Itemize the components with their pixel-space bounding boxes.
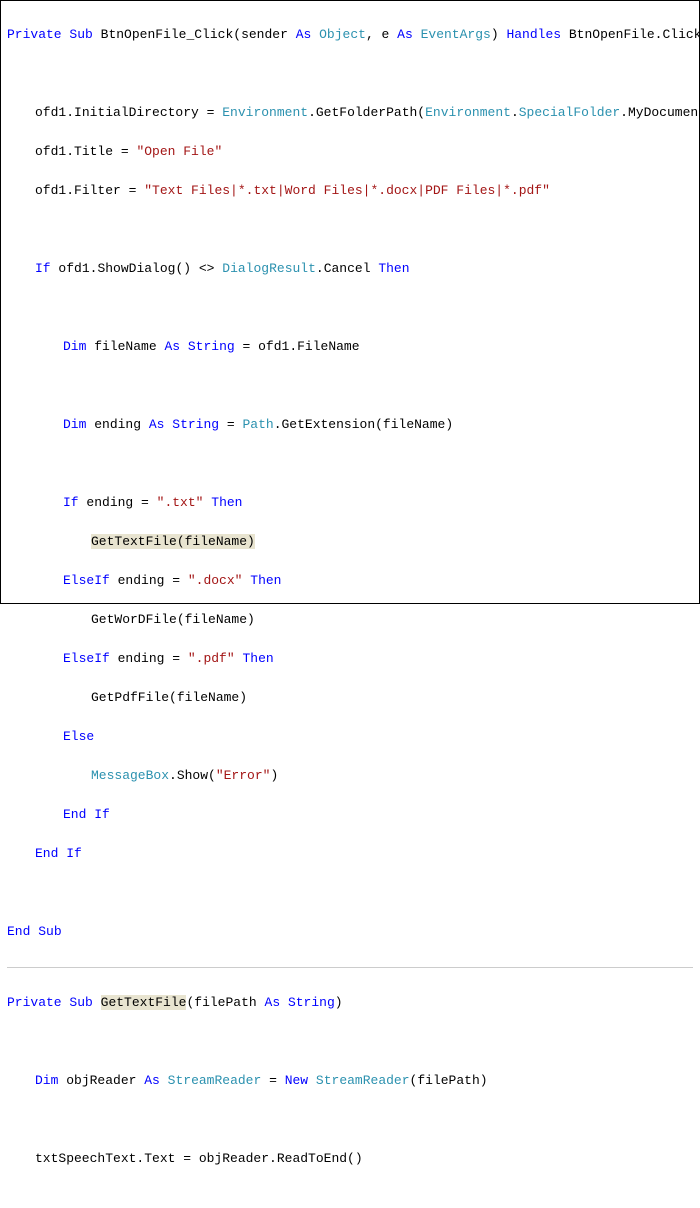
code-line: Private Sub BtnOpenFile_Click(sender As … — [7, 25, 693, 45]
code-line: ElseIf ending = ".pdf" Then — [7, 649, 693, 669]
string-literal: "Open File" — [136, 144, 222, 159]
code-line: GetWorDFile(fileName) — [7, 610, 693, 630]
keyword: Sub — [69, 27, 92, 42]
code-line: ofd1.InitialDirectory = Environment.GetF… — [7, 103, 693, 123]
highlighted-method: GetTextFile — [101, 995, 187, 1010]
code-line: Dim fileName As String = ofd1.FileName — [7, 337, 693, 357]
code-line: txtSpeechText.Text = objReader.ReadToEnd… — [7, 1149, 693, 1169]
code-line — [7, 454, 693, 474]
code-line — [7, 64, 693, 84]
code-line: GetTextFile(fileName) — [7, 532, 693, 552]
code-line: End If — [7, 844, 693, 864]
code-line: Dim ending As String = Path.GetExtension… — [7, 415, 693, 435]
code-line: Else — [7, 727, 693, 747]
code-line — [7, 298, 693, 318]
code-line: MessageBox.Show("Error") — [7, 766, 693, 786]
code-line: Dim objReader As StreamReader = New Stre… — [7, 1071, 693, 1091]
highlighted-call: GetTextFile — [91, 534, 177, 549]
code-line — [7, 1188, 693, 1208]
code-line: If ofd1.ShowDialog() <> DialogResult.Can… — [7, 259, 693, 279]
code-line: End Sub — [7, 922, 693, 942]
code-line — [7, 1110, 693, 1130]
method-divider — [7, 967, 693, 968]
code-line — [7, 220, 693, 240]
code-line: Private Sub GetTextFile(filePath As Stri… — [7, 993, 693, 1013]
code-line — [7, 376, 693, 396]
code-line: If ending = ".txt" Then — [7, 493, 693, 513]
keyword: Private — [7, 27, 62, 42]
code-line — [7, 1032, 693, 1052]
code-line — [7, 883, 693, 903]
code-line: ofd1.Title = "Open File" — [7, 142, 693, 162]
string-literal: "Text Files|*.txt|Word Files|*.docx|PDF … — [144, 183, 550, 198]
code-line: ElseIf ending = ".docx" Then — [7, 571, 693, 591]
code-line: End If — [7, 805, 693, 825]
method-name: BtnOpenFile_Click — [101, 27, 234, 42]
code-editor[interactable]: Private Sub BtnOpenFile_Click(sender As … — [1, 1, 699, 1208]
code-line: ofd1.Filter = "Text Files|*.txt|Word Fil… — [7, 181, 693, 201]
code-line: GetPdfFile(fileName) — [7, 688, 693, 708]
